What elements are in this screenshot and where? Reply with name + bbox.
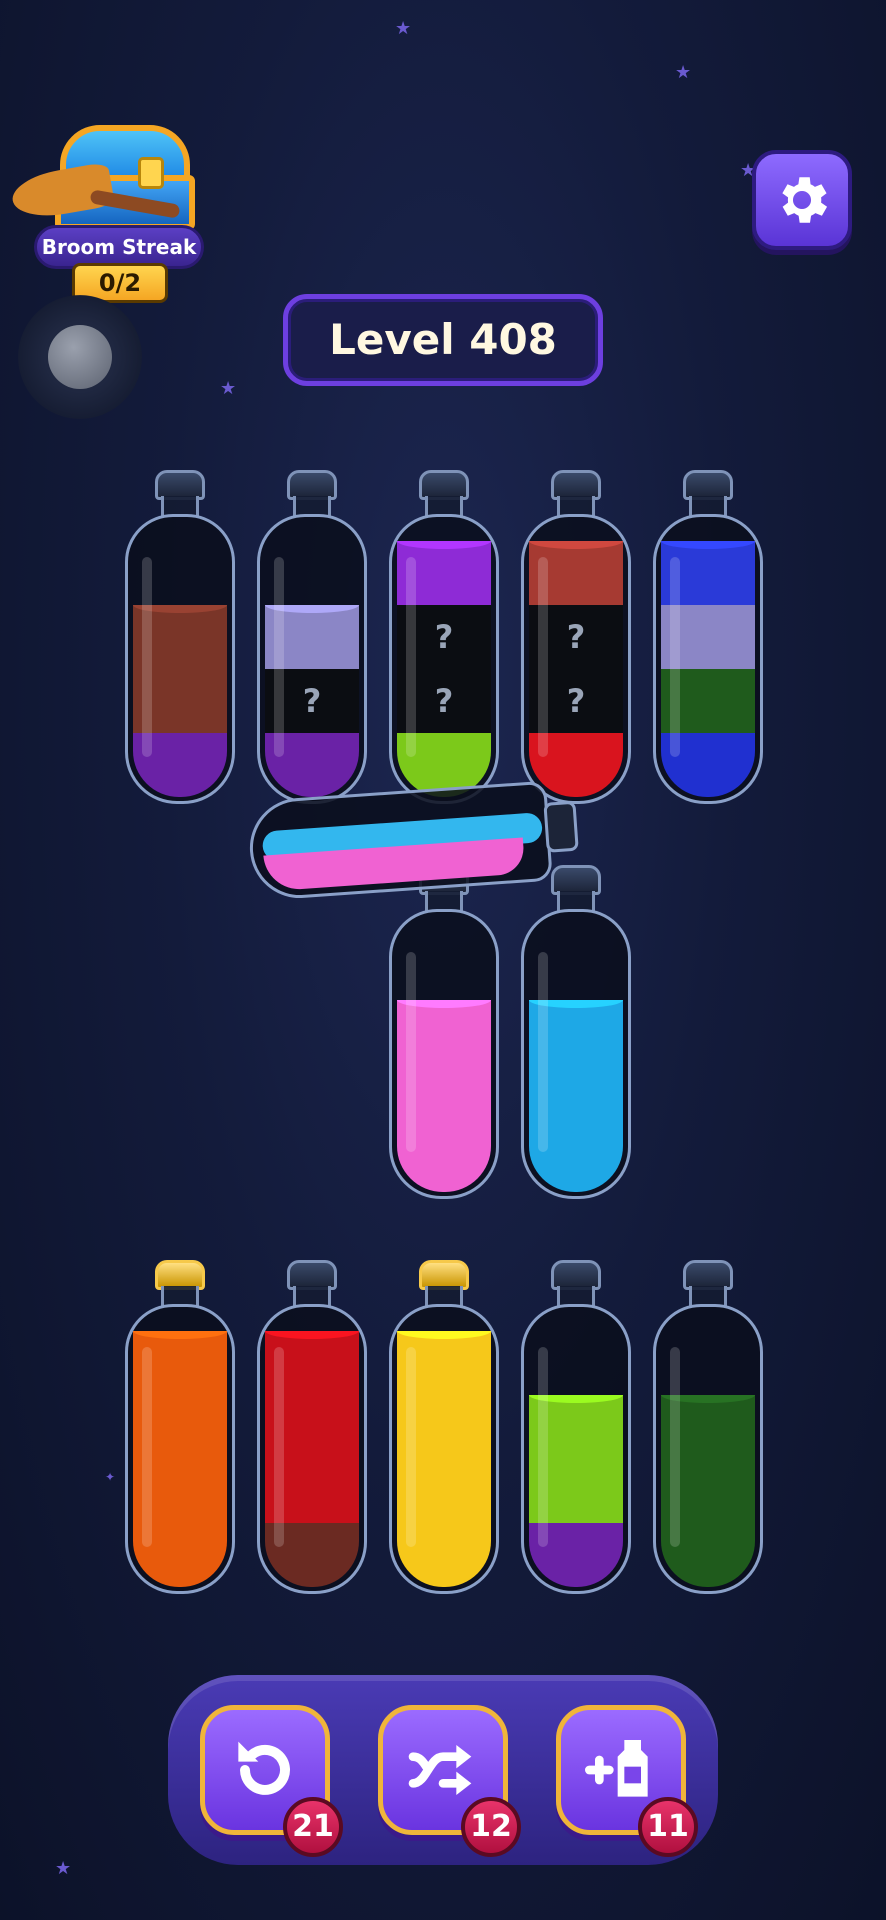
tube[interactable] (389, 865, 499, 1205)
tube-body (521, 909, 631, 1199)
tube-body (389, 1304, 499, 1594)
shuffle-icon (408, 1745, 472, 1795)
tube[interactable] (125, 470, 235, 810)
glass-shine (538, 1347, 548, 1547)
joystick-button[interactable] (18, 295, 142, 419)
tube-body (125, 1304, 235, 1594)
tube-body (257, 1304, 367, 1594)
shuffle-count-badge: 12 (461, 1797, 521, 1857)
tube-body: ? (257, 514, 367, 804)
level-indicator: Level 408 (283, 294, 603, 386)
tube-body (389, 909, 499, 1199)
broom-streak-widget[interactable]: Broom Streak 0/2 (8, 115, 210, 305)
tube[interactable]: ?? (389, 470, 499, 810)
gear-icon (782, 177, 828, 223)
tube-body: ?? (389, 514, 499, 804)
tube-body (653, 514, 763, 804)
star-decoration: ★ (675, 62, 692, 83)
glass-shine (670, 557, 680, 757)
tube-body (246, 780, 553, 902)
glass-shine (406, 1347, 416, 1547)
glass-shine (670, 1347, 680, 1547)
glass-shine (538, 952, 548, 1152)
undo-icon (238, 1741, 290, 1795)
tube-body (521, 1304, 631, 1594)
glass-shine (142, 557, 152, 757)
star-decoration: ★ (55, 1858, 72, 1879)
glass-shine (406, 952, 416, 1152)
tube[interactable] (521, 1260, 631, 1600)
joystick-knob (48, 325, 112, 389)
glass-shine (274, 1347, 284, 1547)
glass-shine (274, 557, 284, 757)
tube-neck (543, 800, 579, 853)
tube[interactable] (653, 1260, 763, 1600)
glass-shine (538, 557, 548, 757)
tube[interactable]: ?? (521, 470, 631, 810)
add-bottle-icon (585, 1740, 648, 1797)
glass-shine (142, 1347, 152, 1547)
glass-shine (406, 557, 416, 757)
settings-button[interactable] (752, 150, 852, 250)
tube-body (125, 514, 235, 804)
star-decoration: ★ (395, 18, 412, 39)
tube-body (653, 1304, 763, 1594)
tube[interactable] (653, 470, 763, 810)
undo-count-badge: 21 (283, 1797, 343, 1857)
tube[interactable] (257, 1260, 367, 1600)
tube[interactable] (521, 865, 631, 1205)
pouring-tube[interactable] (246, 779, 584, 912)
tube-body: ?? (521, 514, 631, 804)
tube[interactable] (389, 1260, 499, 1600)
lock-icon (138, 157, 164, 189)
star-decoration: ✦ (105, 1470, 116, 1484)
tube[interactable] (125, 1260, 235, 1600)
tube[interactable]: ? (257, 470, 367, 810)
star-decoration: ★ (220, 378, 237, 399)
add-tube-count-badge: 11 (638, 1797, 698, 1857)
